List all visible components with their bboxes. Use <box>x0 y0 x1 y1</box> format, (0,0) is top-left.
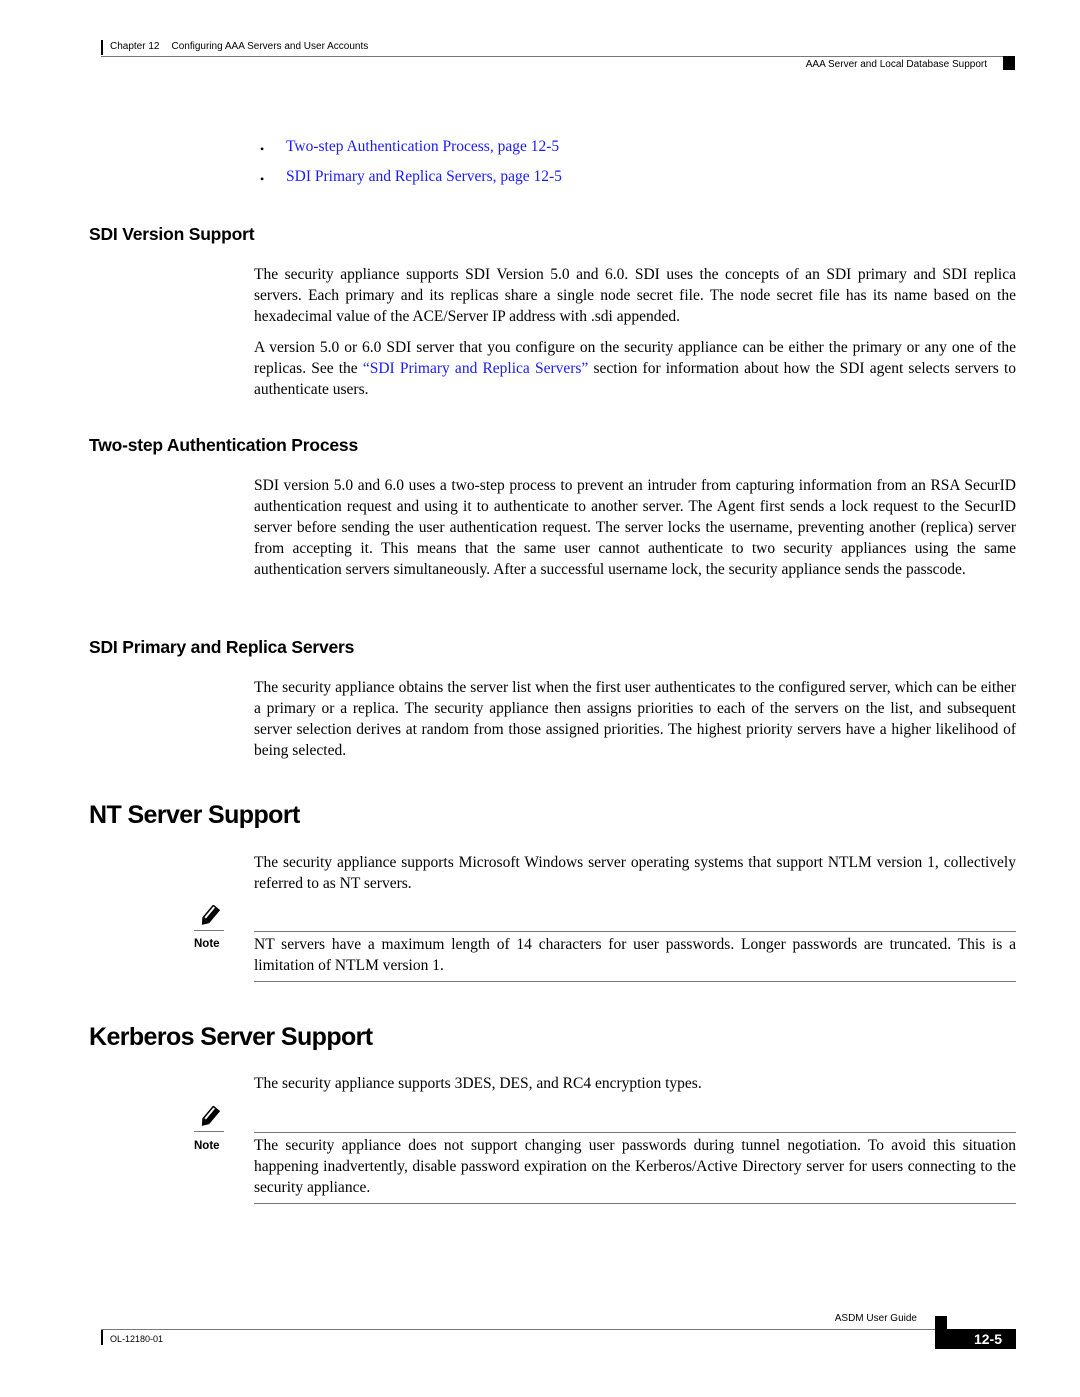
header-left-bar <box>101 40 103 55</box>
note-text-kerberos: The security appliance does not support … <box>254 1137 1016 1196</box>
note-text-nt: NT servers have a maximum length of 14 c… <box>254 936 1016 974</box>
note-icon-rule <box>194 930 224 931</box>
paragraph-sdi-version-1: The security appliance supports SDI Vers… <box>254 266 1016 325</box>
xref-link-sdi-primary[interactable]: SDI Primary and Replica Servers, page 12… <box>286 168 562 186</box>
paragraph-kerberos: The security appliance supports 3DES, DE… <box>254 1075 702 1092</box>
note-label: Note <box>194 1140 220 1152</box>
chapter-label: Chapter 12 <box>110 41 160 52</box>
bullet-icon: • <box>260 142 265 156</box>
paragraph-sdi-primary: The security appliance obtains the serve… <box>254 679 1016 759</box>
footer-block-marker <box>935 1316 947 1330</box>
list-item: • SDI Primary and Replica Servers, page … <box>260 168 562 198</box>
note-top-rule <box>254 1132 1016 1133</box>
pencil-note-icon <box>201 905 221 925</box>
chapter-title: Configuring AAA Servers and User Account… <box>171 41 369 52</box>
heading-two-step-auth: Two-step Authentication Process <box>89 435 358 455</box>
note-icon-rule <box>194 1131 224 1132</box>
note-bottom-rule <box>254 1203 1016 1204</box>
xref-link-sdi-primary-inline[interactable]: “SDI Primary and Replica Servers” <box>363 360 588 377</box>
xref-link-two-step[interactable]: Two-step Authentication Process, page 12… <box>286 138 559 156</box>
section-header: AAA Server and Local Database Support <box>805 59 987 70</box>
bullet-icon: • <box>260 172 265 186</box>
note-label: Note <box>194 938 220 950</box>
xref-bullet-list: • Two-step Authentication Process, page … <box>260 138 562 198</box>
footer-guide-title: ASDM User Guide <box>834 1313 917 1324</box>
paragraph-nt-server: The security appliance supports Microsof… <box>254 854 1016 892</box>
heading-sdi-primary-replica: SDI Primary and Replica Servers <box>89 637 355 657</box>
note-top-rule <box>254 931 1016 932</box>
pencil-note-icon <box>201 1106 221 1126</box>
footer-left-bar <box>101 1330 103 1345</box>
footer-doc-number: OL-12180-01 <box>110 1334 164 1344</box>
note-bottom-rule <box>254 981 1016 982</box>
list-item: • Two-step Authentication Process, page … <box>260 138 562 168</box>
paragraph-two-step: SDI version 5.0 and 6.0 uses a two-step … <box>254 477 1016 578</box>
header-rule <box>101 56 1015 57</box>
heading-kerberos-server-support: Kerberos Server Support <box>89 1023 373 1051</box>
heading-nt-server-support: NT Server Support <box>89 801 300 829</box>
footer-page-number: 12-5 <box>935 1329 1016 1349</box>
chapter-header: Chapter 12 Configuring AAA Servers and Us… <box>110 41 368 52</box>
heading-sdi-version-support: SDI Version Support <box>89 224 255 244</box>
header-block-marker <box>1003 56 1015 70</box>
paragraph-sdi-version-2: A version 5.0 or 6.0 SDI server that you… <box>254 337 1016 400</box>
footer-rule <box>101 1329 935 1330</box>
